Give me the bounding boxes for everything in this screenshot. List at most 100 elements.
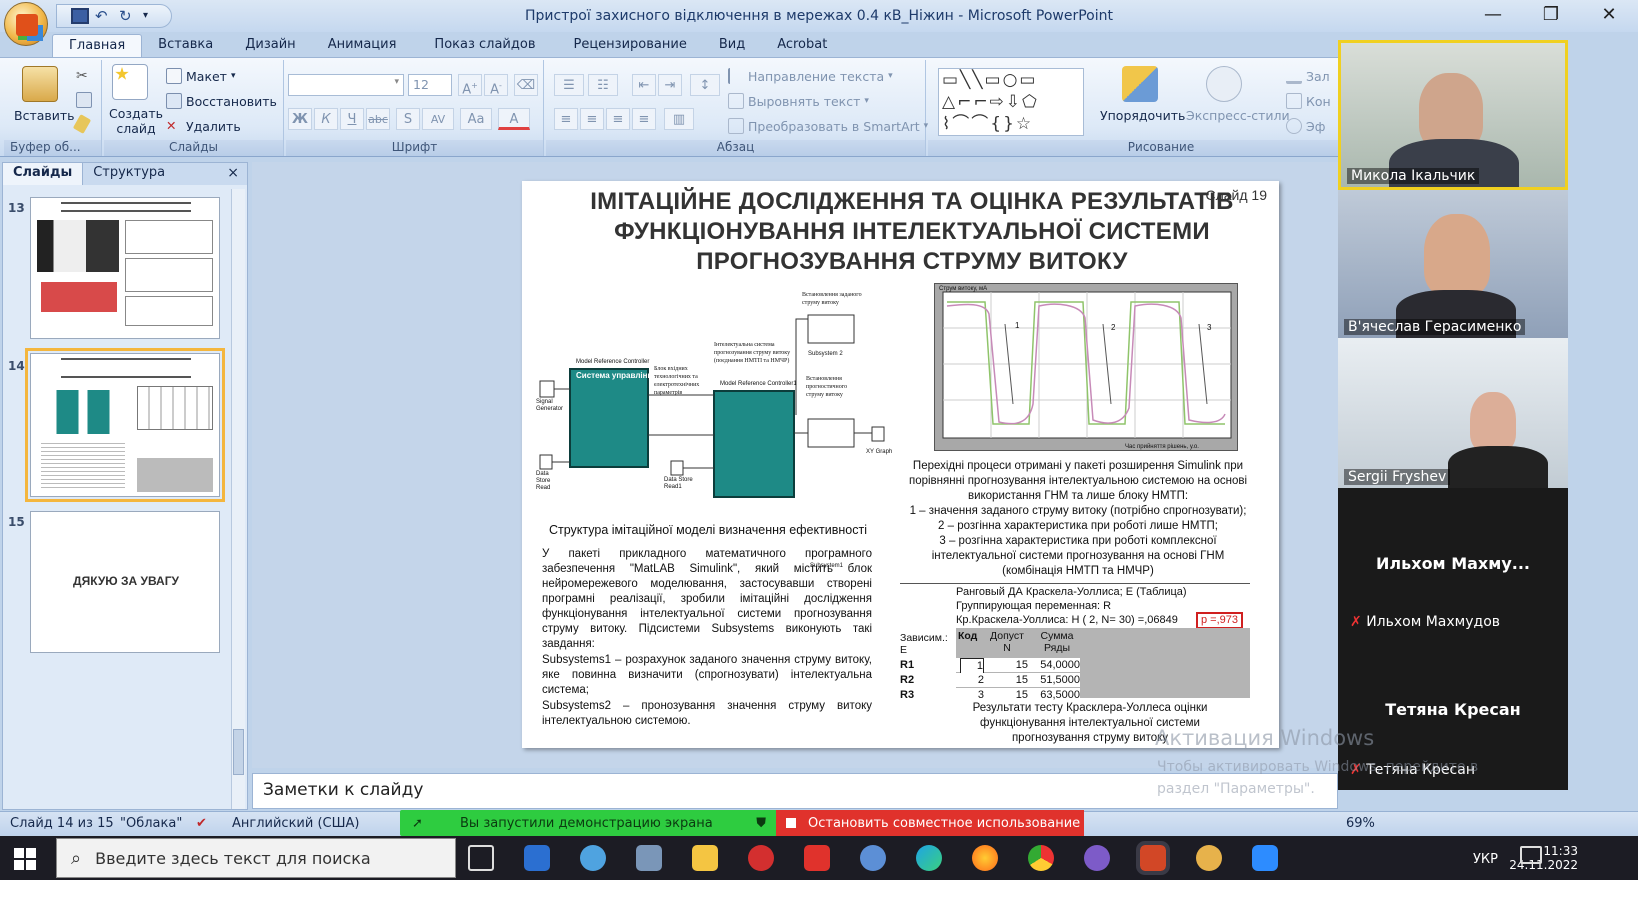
arrange-button[interactable]: Упорядочить [1100,108,1185,123]
font-name-field[interactable]: ▾ [288,74,404,96]
notifications-icon[interactable] [1520,846,1542,864]
tab-outline[interactable]: Структура [83,163,175,185]
slide-thumb-15[interactable]: ДЯКУЮ ЗА УВАГУ [30,511,220,653]
smartart-button[interactable]: Преобразовать в SmartArt ▾ [728,118,928,134]
text-direction-icon [728,68,744,84]
clear-format-button[interactable]: ⌫ [514,74,538,96]
zoom-level[interactable]: 69% [1346,816,1375,831]
shape-effects-button[interactable]: Эф [1286,118,1325,134]
copy-icon[interactable] [76,92,92,108]
app-icon[interactable] [580,845,606,871]
app-icon[interactable] [860,845,886,871]
transient-chart-svg [942,291,1232,439]
decrease-indent-button[interactable]: ⇤ [632,74,656,96]
viber-icon[interactable] [1084,845,1110,871]
shrink-font-button[interactable]: A- [484,74,508,97]
stop-share-button[interactable]: Остановить совместное использование [776,810,1084,836]
new-slide-icon[interactable] [112,64,148,100]
zoom-icon[interactable] [1252,845,1278,871]
new-slide-button[interactable]: Создать слайд [108,106,164,136]
participant-tile[interactable]: Sergii Fryshev [1338,338,1568,488]
participant-tile[interactable]: В'ячеслав Герасименко [1338,190,1568,338]
font-color-button[interactable]: A [498,108,530,130]
edge-icon[interactable] [916,845,942,871]
layout-button[interactable]: Макет ▾ [166,68,236,84]
app-icon[interactable] [636,845,662,871]
underline-button[interactable]: Ч [340,108,364,130]
align-text-button[interactable]: Выровнять текст ▾ [728,93,869,109]
close-button[interactable]: ✕ [1580,0,1638,30]
firefox-icon[interactable] [972,845,998,871]
tab-insert[interactable]: Вставка [142,34,229,58]
tab-view[interactable]: Вид [703,34,761,58]
input-language[interactable]: УКР [1473,852,1498,867]
bottom-margin [0,880,1638,920]
bullets-button[interactable]: ☰ [554,74,584,96]
char-spacing-button[interactable]: AV [422,108,454,130]
font-size-field[interactable]: 12 [408,74,452,96]
grow-font-button[interactable]: A+ [458,74,482,97]
text-direction-button[interactable]: Направление текста ▾ [728,68,893,84]
app-icon[interactable] [748,845,774,871]
align-right-button[interactable]: ≡ [606,108,630,130]
powerpoint-icon[interactable] [1136,841,1170,875]
slides-panel: Слайды Структура × 13 14 15 ДЯКУЮ ЗА УВА… [2,162,248,810]
shape-outline-button[interactable]: Кон [1286,93,1331,109]
tab-slides[interactable]: Слайды [3,163,84,185]
align-left-button[interactable]: ≡ [554,108,578,130]
taskbar-search[interactable]: ⌕ Введите здесь текст для поиска [56,838,456,878]
italic-button[interactable]: К [314,108,338,130]
tab-acrobat[interactable]: Acrobat [761,34,843,58]
chrome-icon[interactable] [1028,845,1054,871]
col-valid-n: Допуст N [990,630,1024,654]
paste-icon[interactable] [22,66,58,102]
tab-home[interactable]: Главная [52,34,143,58]
paint-icon[interactable] [1196,845,1222,871]
slide-counter: Слайд 14 из 15 [10,816,114,831]
app-icon[interactable] [524,845,550,871]
quick-styles-button[interactable]: Экспресс-стили [1186,108,1290,123]
shapes-gallery[interactable]: ▭╲╲▭○▭ △⌐⌐⇨⇩⬠ ⌇⌒⌒{}☆ [938,68,1084,136]
participant-tile[interactable]: Микола Ікальчик [1338,40,1568,190]
maximize-button[interactable]: ❐ [1522,0,1580,30]
file-explorer-icon[interactable] [692,845,718,871]
change-case-button[interactable]: Aa [460,108,492,130]
scroll-thumb[interactable] [233,729,244,775]
line-spacing-button[interactable]: ↕ [690,74,720,96]
slides-label: Слайды [104,140,283,156]
paste-button[interactable]: Вставить [14,108,75,123]
tab-design[interactable]: Дизайн [229,34,311,58]
tab-animation[interactable]: Анимация [312,34,413,58]
slide-canvas[interactable]: ІМІТАЦІЙНЕ ДОСЛІДЖЕННЯ ТА ОЦІНКА РЕЗУЛЬТ… [522,181,1279,748]
justify-button[interactable]: ≡ [632,108,656,130]
arrange-icon[interactable] [1122,66,1158,102]
layout-icon [166,68,182,84]
panel-close-button[interactable]: × [219,163,247,185]
reset-button[interactable]: Восстановить [166,93,277,109]
align-center-button[interactable]: ≡ [580,108,604,130]
slide-thumb-13[interactable] [30,197,220,339]
shape-fill-button[interactable]: Зал [1286,68,1330,84]
spellcheck-icon[interactable]: ✔ [196,816,207,831]
bold-button[interactable]: Ж [288,108,312,130]
numbering-button[interactable]: ☷ [588,74,618,96]
task-view-icon[interactable] [468,845,494,871]
acrobat-icon[interactable] [804,845,830,871]
quick-styles-icon[interactable] [1206,66,1242,102]
slide-thumb-14[interactable] [25,348,225,502]
columns-button[interactable]: ▥ [664,108,694,130]
panel-scrollbar[interactable] [231,189,245,809]
minimize-button[interactable]: — [1464,0,1522,30]
office-button[interactable] [4,2,48,46]
strikethrough-button[interactable]: abc [366,108,390,130]
tab-slideshow[interactable]: Показ слайдов [412,34,557,58]
increase-indent-button[interactable]: ⇥ [658,74,682,96]
curve-label-3: 3 [1207,323,1212,332]
format-painter-icon[interactable] [72,114,92,134]
windows-start-icon[interactable] [14,848,36,870]
tab-review[interactable]: Рецензирование [558,34,703,58]
delete-slide-button[interactable]: ✕ Удалить [166,118,241,134]
shadow-button[interactable]: S [396,108,420,130]
language-indicator[interactable]: Английский (США) [232,816,359,831]
cut-icon[interactable]: ✂ [76,68,92,84]
